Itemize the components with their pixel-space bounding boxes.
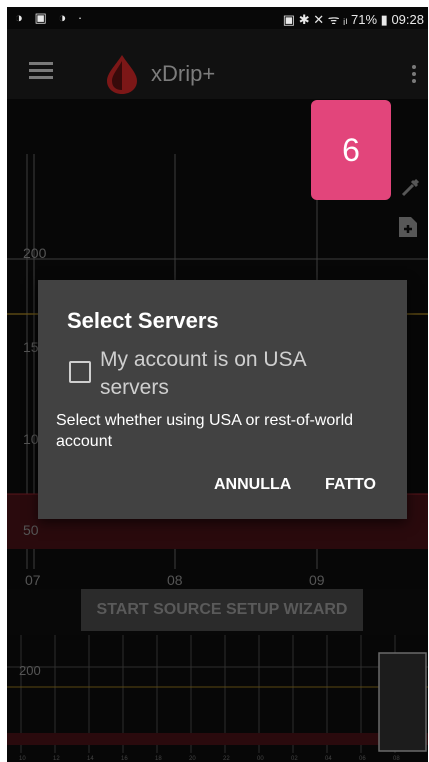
preview-y-tick: 200 bbox=[19, 663, 41, 678]
y-tick-label: 200 bbox=[23, 245, 47, 261]
battery-level: 71% bbox=[351, 12, 378, 27]
preview-x-tick: 00 bbox=[257, 756, 264, 762]
blood-drop-icon bbox=[107, 55, 137, 94]
battery-icon: ▮ bbox=[380, 12, 388, 27]
preview-x-tick: 18 bbox=[155, 756, 162, 762]
preview-x-tick: 14 bbox=[87, 756, 94, 762]
preview-window-handle bbox=[378, 652, 427, 752]
preview-x-tick: 02 bbox=[291, 756, 298, 762]
select-servers-dialog: Select Servers My account is on USA serv… bbox=[38, 280, 407, 519]
preview-x-tick: 22 bbox=[223, 756, 230, 762]
bg-value: 6 bbox=[342, 131, 360, 168]
preview-x-tick: 08 bbox=[393, 756, 400, 762]
app-title: xDrip+ bbox=[151, 61, 216, 86]
usa-servers-label[interactable]: My account is on USA servers bbox=[100, 346, 370, 402]
app-bar: xDrip+ bbox=[7, 29, 428, 99]
y-tick-label: 50 bbox=[23, 522, 39, 538]
dialog-summary: Select whether using USA or rest-of-worl… bbox=[56, 412, 354, 450]
hamburger-icon[interactable] bbox=[29, 62, 53, 80]
x-tick-label: 07 bbox=[25, 572, 41, 588]
preview-x-tick: 20 bbox=[189, 756, 196, 762]
start-wizard-button[interactable]: START SOURCE SETUP WIZARD bbox=[81, 589, 363, 631]
usa-servers-checkbox[interactable] bbox=[69, 361, 91, 383]
phone-screen: ◑ ▣ ◑ · ▣ ✱ ✕ ᯤ ᵢₗ 71% ▮ 09:28 xDrip+ 20… bbox=[7, 7, 428, 762]
y-tick-label: 15 bbox=[23, 339, 39, 355]
system-icons: ▣ ✱ ✕ ᯤ ᵢₗ bbox=[282, 12, 348, 27]
x-tick-label: 09 bbox=[309, 572, 325, 588]
x-tick-label: 08 bbox=[167, 572, 183, 588]
preview-x-tick: 04 bbox=[325, 756, 332, 762]
clock: 09:28 bbox=[391, 12, 424, 27]
notification-icons: ◑ ▣ ◑ · bbox=[15, 10, 87, 25]
cancel-button[interactable]: ANNULLA bbox=[214, 476, 291, 494]
preview-x-tick: 10 bbox=[19, 756, 26, 762]
preview-x-tick: 06 bbox=[359, 756, 366, 762]
pipette-icon[interactable] bbox=[399, 177, 421, 205]
note-add-icon[interactable] bbox=[397, 215, 419, 245]
preview-x-tick: 16 bbox=[121, 756, 128, 762]
ok-button[interactable]: FATTO bbox=[325, 476, 376, 494]
y-tick-label: 10 bbox=[23, 431, 39, 447]
bg-value-badge[interactable]: 6 bbox=[311, 100, 391, 200]
dialog-title: Select Servers bbox=[67, 308, 219, 333]
more-vert-icon[interactable] bbox=[412, 65, 418, 85]
preview-x-tick: 12 bbox=[53, 756, 60, 762]
status-bar: ◑ ▣ ◑ · ▣ ✱ ✕ ᯤ ᵢₗ 71% ▮ 09:28 bbox=[7, 7, 428, 29]
status-icons: ▣ ✱ ✕ ᯤ ᵢₗ 71% ▮ 09:28 bbox=[283, 10, 424, 28]
preview-chart: 200 10 12 14 16 18 20 22 00 02 04 06 08 bbox=[7, 635, 428, 762]
